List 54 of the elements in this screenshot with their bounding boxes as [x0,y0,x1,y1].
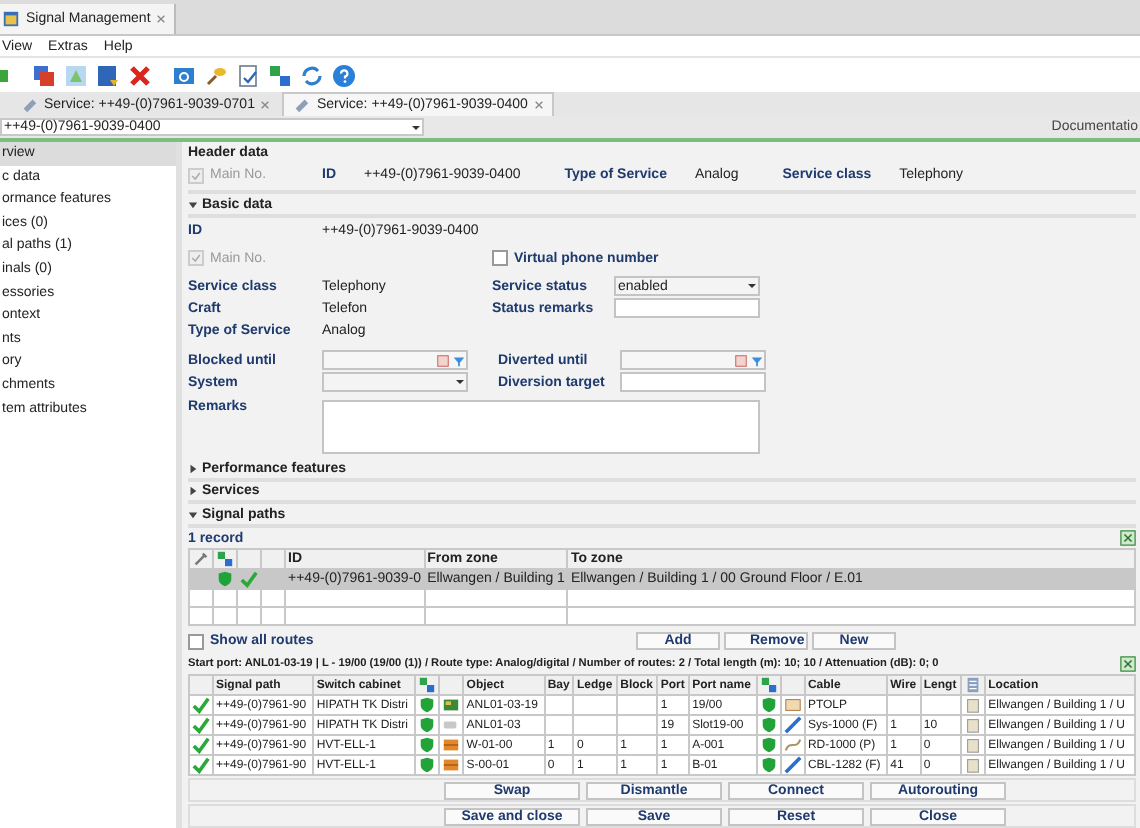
dropdown-arrow-icon[interactable] [454,376,466,389]
input-field[interactable] [620,372,766,393]
document-icon[interactable] [64,63,88,87]
table-cell [617,715,658,735]
calendar-icon[interactable] [734,353,748,368]
select-field[interactable] [322,372,468,393]
date-field[interactable] [322,350,468,371]
table-cell [617,695,658,715]
close-icon[interactable] [533,100,544,110]
stacked-squares-icon[interactable] [32,63,56,87]
network-icon[interactable] [268,63,292,87]
calendar-icon[interactable] [436,353,450,368]
connector-icon [442,716,461,734]
window-icon[interactable] [172,63,196,87]
checkbox[interactable] [188,633,204,649]
remarks-textarea[interactable] [322,399,760,454]
table-cell [887,695,921,715]
card-icon [442,696,461,714]
export-icon[interactable] [96,63,120,87]
input-field[interactable] [614,298,760,319]
dropdown-arrow-icon[interactable] [746,280,758,293]
help-icon[interactable] [332,63,356,87]
shield-icon [216,570,234,588]
network-icon [216,550,234,568]
caret-icon [188,199,198,210]
caret-icon [188,463,198,474]
table-cell [544,715,574,735]
checkbox[interactable] [492,250,508,267]
checklist-icon[interactable] [236,63,260,87]
spreadsheet-export-icon[interactable] [1120,656,1136,672]
app-window-icon [2,10,20,28]
check-icon [240,570,258,588]
block-icon [442,756,461,774]
close-icon[interactable] [260,100,271,110]
cable-icon [783,716,802,734]
list-icon [964,676,983,694]
refresh-icon[interactable] [300,63,324,87]
close-icon[interactable] [156,14,167,24]
caret-icon [188,510,198,521]
funnel-icon[interactable] [452,353,466,368]
funnel-icon[interactable] [750,353,764,368]
delete-icon[interactable] [128,63,152,87]
caret-icon [188,486,198,497]
block-icon [442,736,461,754]
network-icon [418,676,437,694]
network-icon [759,676,778,694]
table-cell [573,715,618,735]
table-cell [573,695,618,715]
dropdown-arrow-icon[interactable] [410,121,422,133]
cable-icon [783,756,802,774]
spreadsheet-export-icon[interactable] [1120,530,1136,546]
table-cell [544,695,574,715]
date-field[interactable] [620,350,766,371]
wire-icon [783,736,802,754]
